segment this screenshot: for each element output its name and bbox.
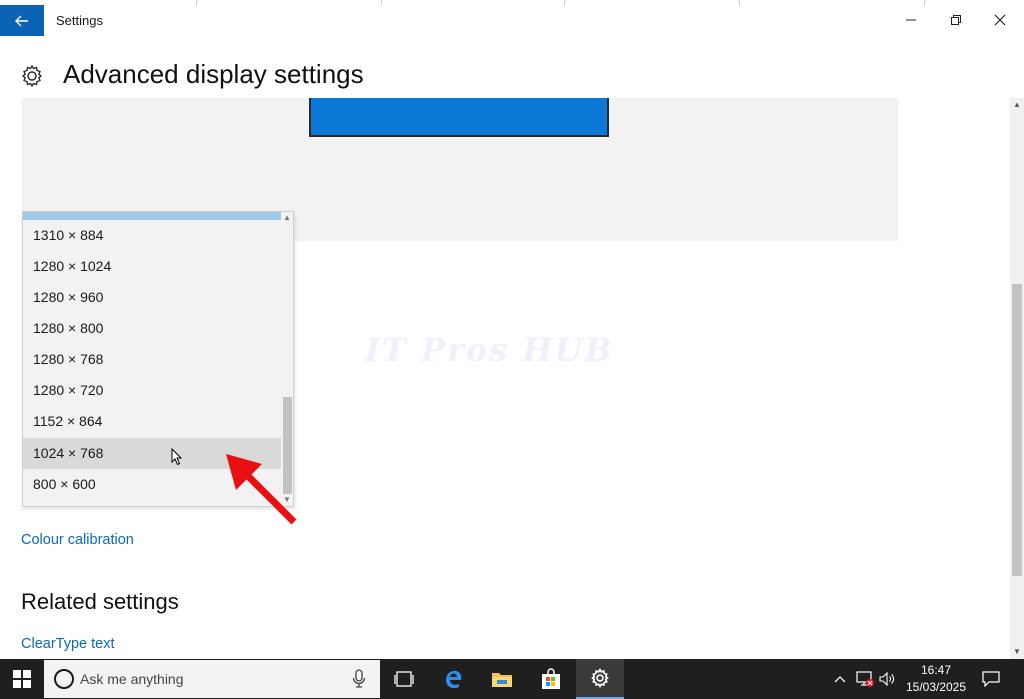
store-bag-icon bbox=[542, 668, 560, 689]
edge-button[interactable] bbox=[429, 659, 477, 699]
colour-calibration-link[interactable]: Colour calibration bbox=[21, 532, 134, 548]
network-disconnected-icon bbox=[856, 671, 874, 687]
close-icon bbox=[994, 14, 1006, 26]
resolution-option[interactable]: 1280 × 1024 bbox=[23, 251, 283, 282]
watermark: IT Pros HUB bbox=[365, 331, 614, 369]
task-view-icon bbox=[394, 671, 414, 687]
settings-window: Settings Advanced display settings IT Pr… bbox=[0, 0, 1024, 659]
clock[interactable]: 16:47 15/03/2025 bbox=[900, 662, 972, 696]
cortana-icon bbox=[54, 669, 74, 689]
settings-taskbar-button[interactable] bbox=[576, 659, 624, 699]
back-arrow-icon bbox=[15, 15, 28, 26]
clock-time: 16:47 bbox=[920, 663, 952, 677]
page-scrollbar[interactable]: ▲ ▼ bbox=[1010, 98, 1024, 659]
gear-icon bbox=[21, 64, 43, 88]
speaker-icon bbox=[879, 672, 894, 686]
resolution-option[interactable]: 1280 × 800 bbox=[23, 313, 283, 344]
volume-button[interactable] bbox=[877, 659, 899, 699]
cortana-search-box[interactable]: Ask me anything bbox=[44, 660, 380, 698]
resolution-option[interactable]: 1280 × 720 bbox=[23, 375, 283, 406]
scroll-up-icon[interactable]: ▲ bbox=[281, 212, 293, 224]
clock-date: 15/03/2025 bbox=[905, 680, 967, 694]
back-button[interactable] bbox=[0, 5, 44, 36]
file-explorer-button[interactable] bbox=[478, 659, 526, 699]
show-hidden-icons-button[interactable] bbox=[830, 659, 850, 699]
scroll-down-icon[interactable]: ▼ bbox=[1010, 645, 1024, 659]
resolution-option[interactable]: 1310 × 884 bbox=[23, 220, 283, 251]
monitor-1[interactable] bbox=[309, 98, 609, 137]
cleartype-text-link[interactable]: ClearType text bbox=[21, 636, 115, 652]
taskbar: Ask me anything 16:47 15/03/2025 bbox=[0, 659, 1024, 699]
title-bar: Settings bbox=[0, 0, 1024, 40]
search-placeholder: Ask me anything bbox=[80, 671, 184, 687]
start-button[interactable] bbox=[0, 659, 44, 699]
tab-strip bbox=[44, 0, 974, 5]
edge-icon bbox=[446, 670, 462, 689]
network-button[interactable] bbox=[853, 659, 877, 699]
resolution-option[interactable]: 1280 × 768 bbox=[23, 344, 283, 375]
notification-icon bbox=[982, 671, 1000, 687]
microphone-icon[interactable] bbox=[352, 669, 366, 689]
resolution-option[interactable]: 1280 × 960 bbox=[23, 282, 283, 313]
annotation-arrow-icon bbox=[226, 454, 297, 525]
minimize-icon bbox=[906, 19, 916, 21]
restore-icon bbox=[951, 15, 961, 25]
page-scroll-thumb[interactable] bbox=[1012, 284, 1022, 576]
action-center-button[interactable] bbox=[978, 659, 1004, 699]
page-title: Advanced display settings bbox=[63, 59, 364, 89]
resolution-option[interactable]: 1152 × 864 bbox=[23, 406, 283, 437]
restore-button[interactable] bbox=[943, 8, 969, 32]
dropdown-selected-edge bbox=[23, 212, 281, 220]
app-title: Settings bbox=[56, 13, 103, 28]
store-button[interactable] bbox=[527, 659, 575, 699]
mouse-cursor-icon bbox=[171, 448, 183, 466]
chevron-up-icon bbox=[834, 676, 846, 683]
folder-icon bbox=[492, 673, 512, 687]
windows-logo-icon bbox=[13, 670, 31, 688]
task-view-button[interactable] bbox=[380, 659, 428, 699]
scroll-up-icon[interactable]: ▲ bbox=[1010, 98, 1024, 112]
minimize-button[interactable] bbox=[898, 8, 924, 32]
gear-icon bbox=[591, 668, 609, 688]
close-button[interactable] bbox=[987, 8, 1013, 32]
related-settings-heading: Related settings bbox=[21, 589, 179, 614]
